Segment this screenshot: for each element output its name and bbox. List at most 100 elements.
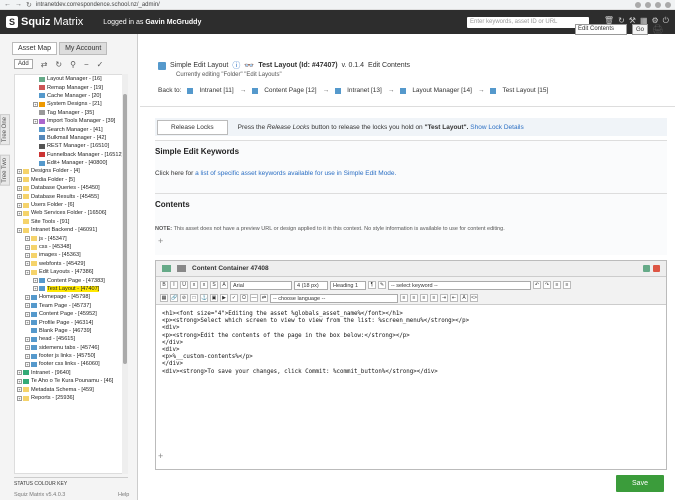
language-select[interactable]: -- choose language --	[270, 293, 398, 303]
screen-select[interactable]: Edit Contents	[575, 24, 627, 35]
tab-my-account[interactable]: My Account	[59, 42, 108, 55]
expand-toggle-icon[interactable]: +	[25, 269, 30, 275]
expand-toggle-icon[interactable]: +	[17, 378, 22, 384]
tree-item[interactable]: + Content Page - [45952]	[15, 310, 127, 318]
link-icon[interactable]: 🔗	[170, 294, 178, 302]
expand-toggle-icon[interactable]: +	[17, 202, 22, 208]
forward-arrow-icon[interactable]: →	[15, 1, 22, 8]
redo-icon[interactable]: ↷	[543, 281, 551, 289]
release-locks-button[interactable]: Release Locks	[157, 119, 228, 135]
add-container-icon[interactable]: +	[158, 236, 667, 246]
tree-item[interactable]: + Media Folder - [5]	[15, 176, 127, 184]
breadcrumb-intranet-13[interactable]: Intranet [13]	[347, 87, 382, 94]
back-arrow-icon[interactable]: ←	[4, 1, 11, 8]
reload-icon[interactable]: ↻	[26, 1, 32, 9]
align-justify-icon[interactable]: ≡	[430, 294, 438, 302]
tree-item[interactable]: + footer js links - [45750]	[15, 352, 127, 360]
expand-toggle-icon[interactable]: +	[25, 252, 30, 258]
expand-toggle-icon[interactable]: +	[25, 345, 30, 351]
expand-toggle-icon[interactable]: +	[33, 286, 38, 292]
address-bar[interactable]: intranetdev.correspondence.school.nz/_ad…	[36, 2, 631, 8]
hr-icon[interactable]: —	[250, 294, 258, 302]
align-left-icon[interactable]: ≡	[400, 294, 408, 302]
print-icon[interactable]: 🖨	[652, 24, 663, 35]
align-right-icon[interactable]: ≡	[420, 294, 428, 302]
asset-search-input[interactable]: Enter keywords, asset ID or URL	[467, 16, 589, 28]
tree-item[interactable]: Funnelback Manager - [16512]	[15, 151, 127, 159]
move-icon[interactable]: ⇄	[41, 60, 48, 69]
tree-item[interactable]: + Database Queries - [45450]	[15, 184, 127, 192]
expand-toggle-icon[interactable]: +	[25, 261, 30, 267]
tree-item[interactable]: + Database Results - [45455]	[15, 192, 127, 200]
expand-toggle-icon[interactable]: +	[25, 336, 30, 342]
info-icon[interactable]: ⓘ	[232, 60, 240, 71]
tree-item[interactable]: + Users Folder - [6]	[15, 201, 127, 209]
delete-icon[interactable]	[653, 265, 660, 272]
expand-toggle-icon[interactable]: +	[17, 387, 22, 393]
breadcrumb-content-page[interactable]: Content Page [12]	[264, 87, 316, 94]
expand-toggle-icon[interactable]: +	[25, 244, 30, 250]
tree-item[interactable]: + Web Services Folder - [16506]	[15, 209, 127, 217]
tree-item[interactable]: Edit+ Manager - [40800]	[15, 159, 127, 167]
extension-icons[interactable]	[635, 1, 671, 8]
go-button[interactable]: Go	[632, 24, 648, 35]
scroll-thumb[interactable]	[123, 94, 127, 364]
expand-toggle-icon[interactable]: +	[17, 168, 22, 174]
size-select[interactable]: 4 (18 px)	[294, 280, 328, 290]
tree-item[interactable]: Bulkmail Manager - [42]	[15, 134, 127, 142]
tree-item[interactable]: + Homepage - [45798]	[15, 293, 127, 301]
expand-toggle-icon[interactable]: +	[17, 227, 22, 233]
subscript-button[interactable]: x	[190, 281, 198, 289]
list-icon[interactable]: ≡	[553, 281, 561, 289]
add-button[interactable]: Add	[14, 59, 33, 69]
tree-item[interactable]: + Metadata Schema - [459]	[15, 385, 127, 393]
breadcrumb-intranet-11[interactable]: Intranet [11]	[199, 87, 233, 94]
expand-toggle-icon[interactable]: +	[25, 303, 30, 309]
reload-tree-icon[interactable]: ↻	[55, 60, 62, 69]
tree-scrollbar[interactable]	[122, 74, 128, 474]
media-icon[interactable]: ▶	[220, 294, 228, 302]
tree-item[interactable]: + Designs Folder - [4]	[15, 167, 127, 175]
text-color-icon[interactable]: A	[460, 294, 468, 302]
tree-item[interactable]: + images - [45363]	[15, 251, 127, 259]
expand-toggle-icon[interactable]: +	[17, 185, 22, 191]
tree-item[interactable]: Tag Manager - [35]	[15, 109, 127, 117]
tree-item[interactable]: + Profile Page - [46314]	[15, 318, 127, 326]
tree-item[interactable]: + Intranet - [9640]	[15, 369, 127, 377]
tree-item[interactable]: Cache Manager - [20]	[15, 92, 127, 100]
tree-item[interactable]: + Reports - [25936]	[15, 394, 127, 402]
expand-toggle-icon[interactable]: +	[33, 101, 38, 107]
tree-item[interactable]: Blank Page - [46739]	[15, 327, 127, 335]
expand-toggle-icon[interactable]: +	[17, 177, 22, 183]
expand-toggle-icon[interactable]: +	[25, 353, 30, 359]
anchor-icon[interactable]: ⚓	[200, 294, 208, 302]
tree-item[interactable]: + sidemenu tabs - [45746]	[15, 344, 127, 352]
squiz-logo[interactable]: S Squiz Matrix	[6, 16, 83, 28]
tree-item[interactable]: Layout Manager - [16]	[15, 75, 127, 83]
outdent-icon[interactable]: ⇤	[450, 294, 458, 302]
table-icon[interactable]: ▦	[160, 294, 168, 302]
font-select[interactable]: Arial	[230, 280, 292, 290]
status-colour-key[interactable]: STATUS COLOUR KEY	[14, 477, 128, 487]
preview-icon[interactable]: 👓	[244, 61, 254, 70]
tree-item[interactable]: Search Manager - [41]	[15, 125, 127, 133]
replace-icon[interactable]: ⇄	[260, 294, 268, 302]
tree-item[interactable]: + head - [45615]	[15, 335, 127, 343]
paragraph-button[interactable]: ¶	[368, 281, 376, 289]
expand-toggle-icon[interactable]: +	[25, 311, 30, 317]
undo-icon[interactable]: ↶	[533, 281, 541, 289]
underline-button[interactable]: U	[180, 281, 188, 289]
tree-item[interactable]: + footer css links - [46060]	[15, 360, 127, 368]
tree-item[interactable]: + Team Page - [45737]	[15, 302, 127, 310]
tree-item[interactable]: + Test Layout - [47407]	[15, 285, 127, 293]
show-lock-details-link[interactable]: Show Lock Details	[470, 124, 523, 131]
power-icon[interactable]: ⏻	[663, 16, 669, 26]
html-editor[interactable]: <h1><font size="4">Editing the asset %gl…	[156, 305, 666, 382]
expand-toggle-icon[interactable]: +	[17, 395, 22, 401]
spell-icon[interactable]: ✓	[230, 294, 238, 302]
breadcrumb-test-layout[interactable]: Test Layout [15]	[502, 87, 548, 94]
collapse-icon[interactable]: −	[84, 60, 89, 69]
tree-item[interactable]: Site Tools - [91]	[15, 218, 127, 226]
expand-toggle-icon[interactable]: +	[17, 210, 22, 216]
tree-item[interactable]: + js - [45347]	[15, 234, 127, 242]
